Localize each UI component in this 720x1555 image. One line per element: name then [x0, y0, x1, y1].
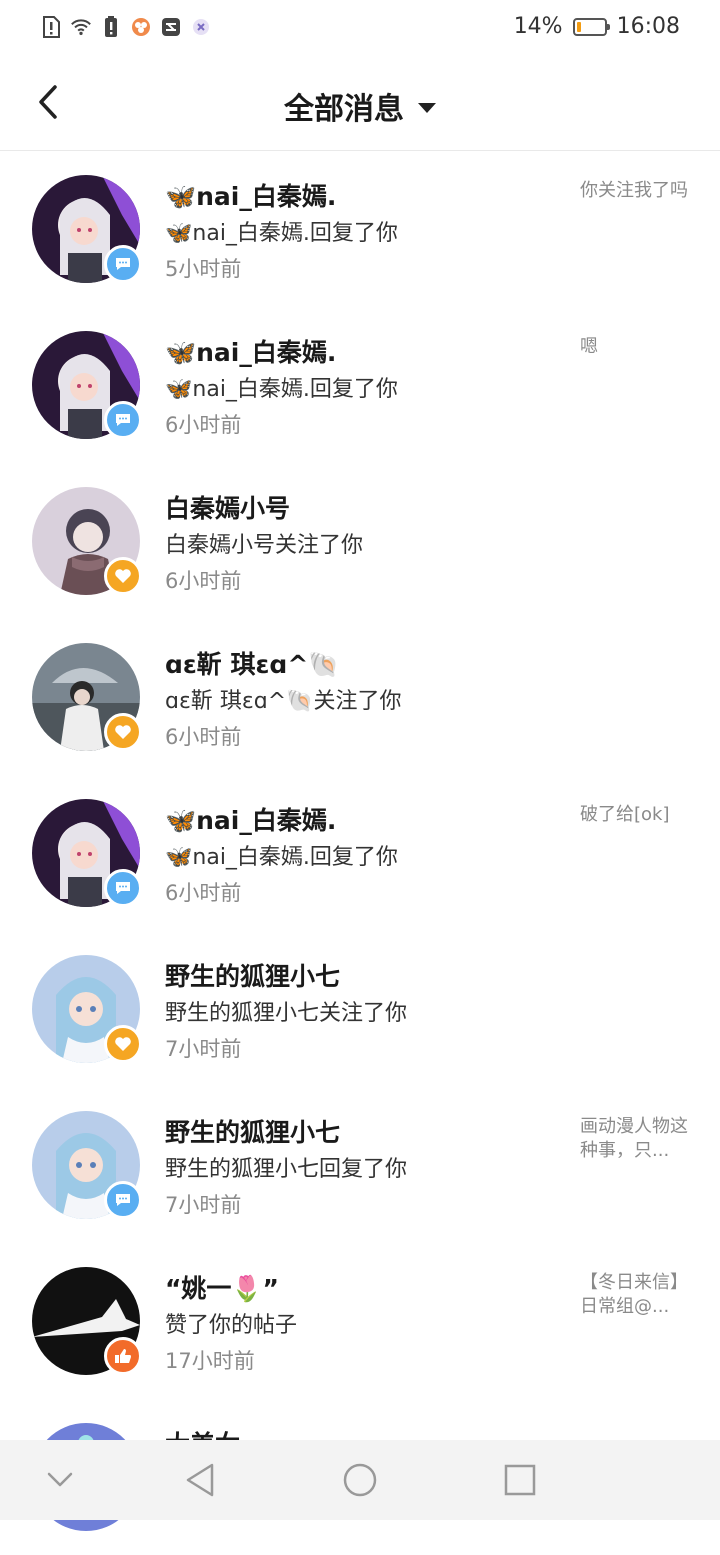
- message-action: 赞了你的帖子: [165, 1313, 298, 1338]
- top-bar: 全部消息: [0, 56, 720, 151]
- battery-level: [576, 21, 581, 32]
- sender-name: 🦋nai_白秦嫣.: [165, 182, 337, 211]
- chevron-down-icon: [47, 1472, 73, 1487]
- avatar[interactable]: [32, 955, 142, 1063]
- message-time: 6小时前: [165, 881, 242, 905]
- message-preview: 嗯: [580, 336, 598, 357]
- triangle-back-icon: [186, 1463, 214, 1497]
- message-time: 6小时前: [165, 569, 242, 593]
- comment-badge-icon: [104, 245, 142, 283]
- comment-badge-icon: [104, 1181, 142, 1219]
- message-action: 野生的狐狸小七回复了你: [165, 1157, 408, 1182]
- message-action: 🦋nai_白秦嫣.回复了你: [165, 377, 398, 402]
- nav-back-button[interactable]: [178, 1458, 222, 1502]
- avatar[interactable]: [32, 487, 142, 595]
- comment-badge-icon: [104, 401, 142, 439]
- wifi-icon: [70, 16, 92, 38]
- message-action: 野生的狐狸小七关注了你: [165, 1001, 408, 1026]
- heart-badge-icon: [104, 713, 142, 751]
- message-item[interactable]: “姚一🌷” 赞了你的帖子 17小时前 【冬日来信】日常组@...: [0, 1243, 720, 1399]
- heart-badge-icon: [104, 1025, 142, 1063]
- status-bar: 14% 16:08: [0, 0, 720, 56]
- thumbs-up-badge-icon: [104, 1337, 142, 1375]
- message-time: 6小时前: [165, 413, 242, 437]
- message-item[interactable]: 🦋nai_白秦嫣. 🦋nai_白秦嫣.回复了你 6小时前 破了给[ok]: [0, 775, 720, 931]
- avatar[interactable]: [32, 799, 142, 907]
- hide-nav-button[interactable]: [38, 1458, 82, 1502]
- message-list: 🦋nai_白秦嫣. 🦋nai_白秦嫣.回复了你 5小时前 你关注我了吗 🦋nai…: [0, 151, 720, 1555]
- sim-alert-icon: [40, 16, 62, 38]
- message-time: 7小时前: [165, 1037, 242, 1061]
- message-time: 5小时前: [165, 257, 242, 281]
- system-nav-bar: [0, 1440, 720, 1520]
- heart-badge-icon: [104, 557, 142, 595]
- app-notify-icon-3: [190, 16, 212, 38]
- dropdown-caret-icon: [418, 103, 436, 113]
- message-item[interactable]: 🦋nai_白秦嫣. 🦋nai_白秦嫣.回复了你 5小时前 你关注我了吗: [0, 151, 720, 307]
- page-title: 全部消息: [284, 92, 404, 127]
- message-item[interactable]: ɑɛ靳 琪ɛɑ^🐚 ɑɛ靳 琪ɛɑ^🐚关注了你 6小时前: [0, 619, 720, 775]
- message-preview: 画动漫人物这种事，只...: [580, 1116, 688, 1161]
- message-item[interactable]: 野生的狐狸小七 野生的狐狸小七关注了你 7小时前: [0, 931, 720, 1087]
- avatar[interactable]: [32, 643, 142, 751]
- nav-recents-button[interactable]: [498, 1458, 542, 1502]
- message-action: ɑɛ靳 琪ɛɑ^🐚关注了你: [165, 689, 402, 714]
- message-preview: 破了给[ok]: [580, 804, 670, 825]
- avatar[interactable]: [32, 1111, 142, 1219]
- message-item[interactable]: 🦋nai_白秦嫣. 🦋nai_白秦嫣.回复了你 6小时前 嗯: [0, 307, 720, 463]
- avatar[interactable]: [32, 1267, 142, 1375]
- sender-name: “姚一🌷”: [165, 1274, 279, 1303]
- message-item[interactable]: 野生的狐狸小七 野生的狐狸小七回复了你 7小时前 画动漫人物这种事，只...: [0, 1087, 720, 1243]
- clock: 16:08: [616, 14, 680, 39]
- nav-home-button[interactable]: [338, 1458, 382, 1502]
- sender-name: 白秦嫣小号: [165, 494, 291, 523]
- message-preview: 你关注我了吗: [580, 180, 688, 201]
- message-item[interactable]: 白秦嫣小号 白秦嫣小号关注了你 6小时前: [0, 463, 720, 619]
- sender-name: 🦋nai_白秦嫣.: [165, 806, 337, 835]
- sender-name: ɑɛ靳 琪ɛɑ^🐚: [165, 650, 340, 679]
- message-action: 白秦嫣小号关注了你: [165, 533, 364, 558]
- message-time: 6小时前: [165, 725, 242, 749]
- message-action: 🦋nai_白秦嫣.回复了你: [165, 845, 398, 870]
- avatar[interactable]: [32, 175, 142, 283]
- sender-name: 🦋nai_白秦嫣.: [165, 338, 337, 367]
- square-recents-icon: [504, 1464, 536, 1496]
- battery-icon: [572, 17, 610, 36]
- message-time: 7小时前: [165, 1193, 242, 1217]
- battery-alert-icon: [100, 16, 122, 38]
- sender-name: 野生的狐狸小七: [165, 1118, 341, 1147]
- comment-badge-icon: [104, 869, 142, 907]
- status-icons: [40, 16, 212, 38]
- filter-dropdown[interactable]: 全部消息: [0, 84, 720, 128]
- battery-percent: 14%: [513, 14, 563, 39]
- avatar[interactable]: [32, 331, 142, 439]
- message-time: 17小时前: [165, 1349, 255, 1373]
- circle-home-icon: [343, 1463, 377, 1497]
- app-notify-icon-2: [160, 16, 182, 38]
- app-notify-icon: [130, 16, 152, 38]
- status-right: 14% 16:08: [514, 14, 680, 39]
- message-action: 🦋nai_白秦嫣.回复了你: [165, 221, 398, 246]
- message-preview: 【冬日来信】日常组@...: [580, 1272, 688, 1317]
- sender-name: 野生的狐狸小七: [165, 962, 341, 991]
